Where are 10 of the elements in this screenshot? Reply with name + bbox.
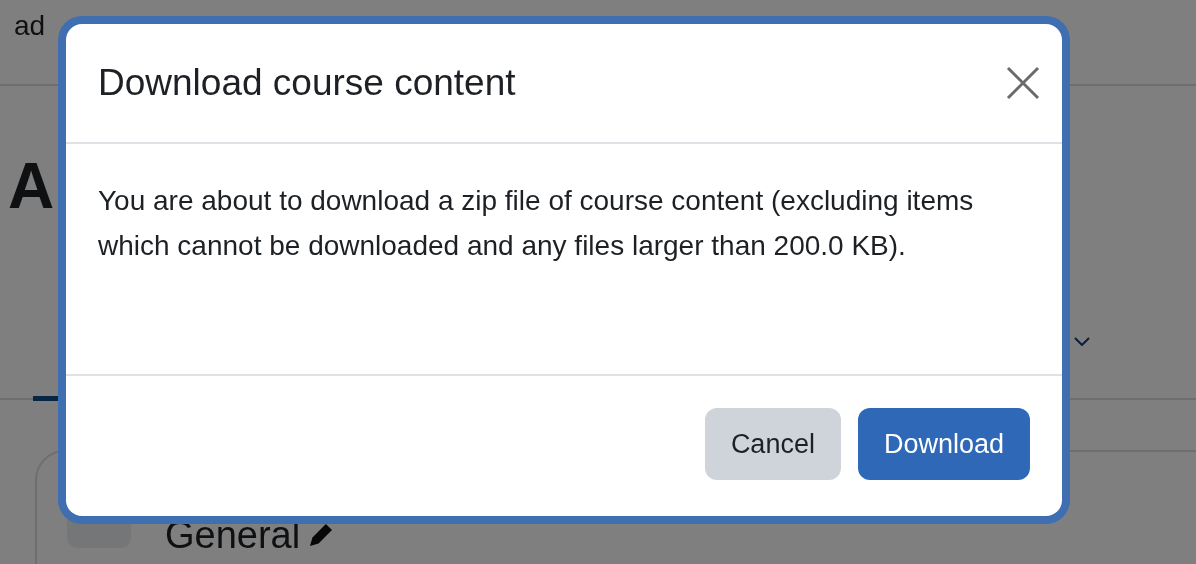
- pencil-icon: [310, 524, 333, 546]
- cancel-button[interactable]: Cancel: [704, 408, 841, 480]
- close-icon[interactable]: [1006, 66, 1040, 100]
- dialog-title: Download course content: [98, 62, 516, 104]
- dialog-message: You are about to download a zip file of course content (excluding items which cannot be downloaded and any files larger than 200.0 KB).: [98, 184, 975, 263]
- chevron-icon: [1074, 337, 1090, 346]
- page-heading: A: [8, 149, 55, 223]
- download-button[interactable]: Download: [857, 408, 1030, 480]
- breadcrumb-text: ad: [14, 10, 46, 42]
- section-title: General: [165, 514, 301, 557]
